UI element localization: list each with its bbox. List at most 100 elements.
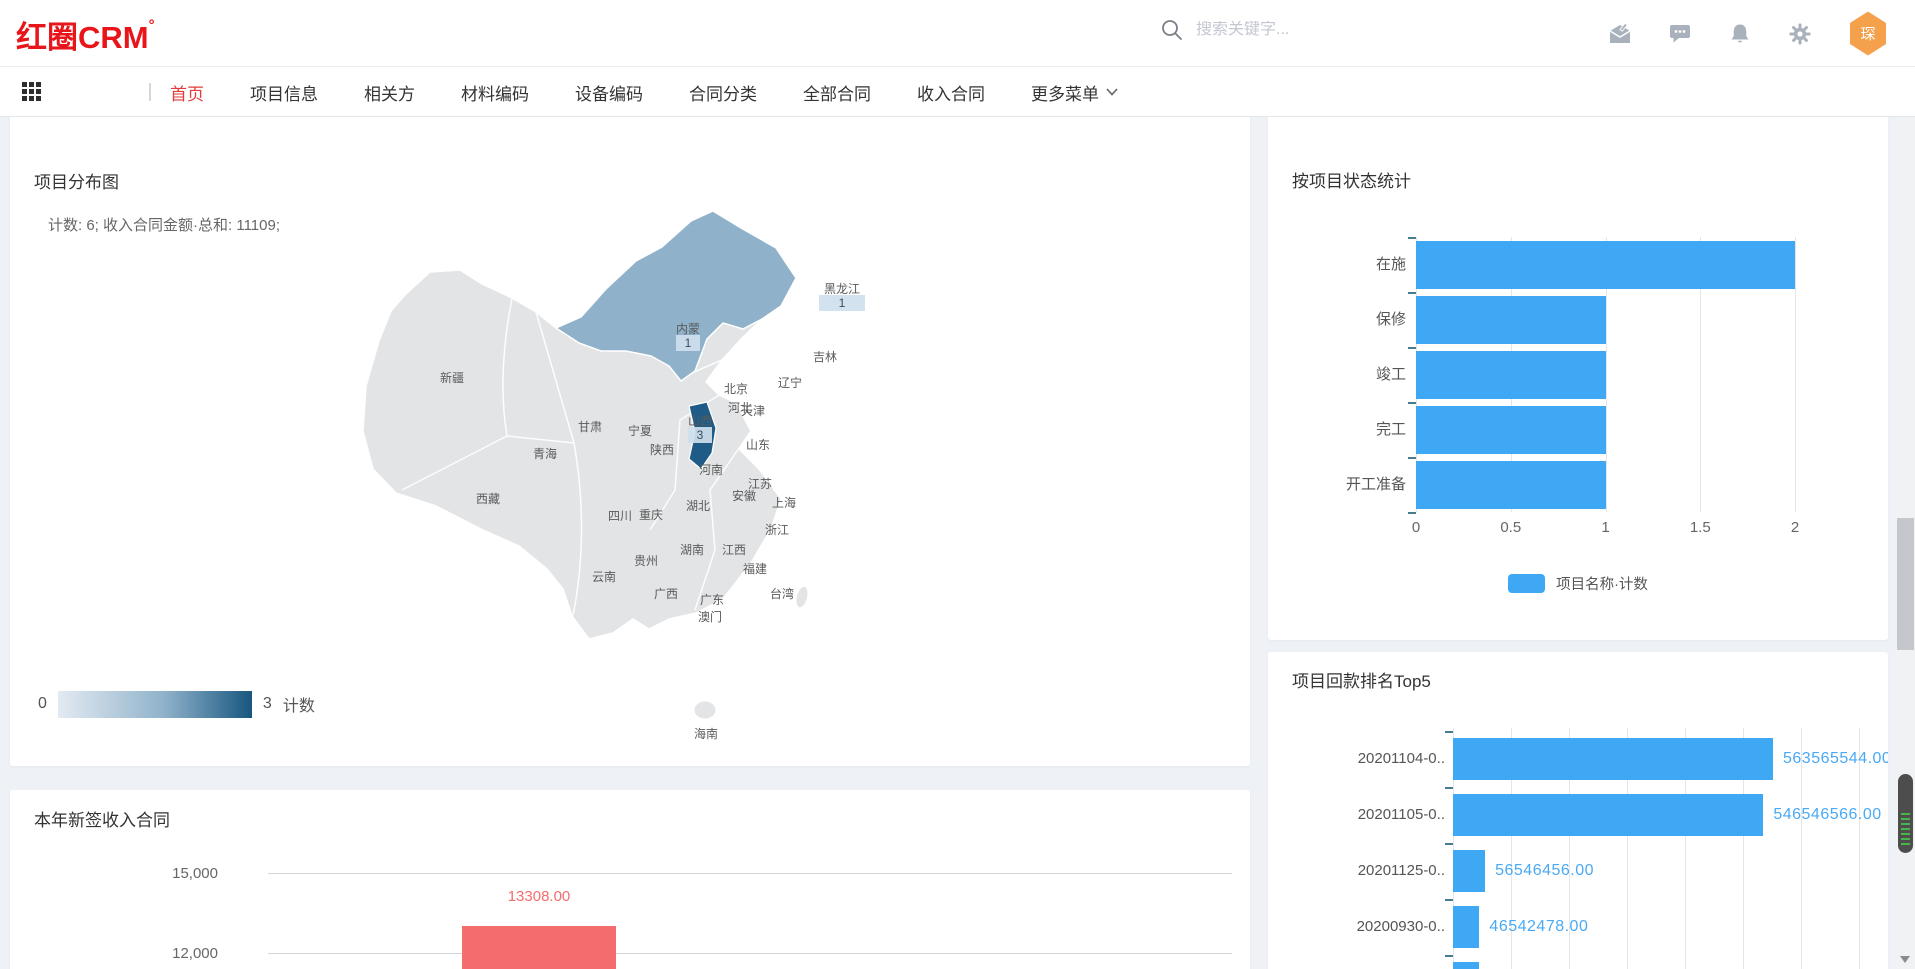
province-label: 陕西 xyxy=(650,442,674,457)
notification-bell-icon[interactable] xyxy=(1728,22,1752,46)
nav-item-5[interactable]: 设备编码 xyxy=(575,80,643,105)
province-label: 新疆 xyxy=(440,370,464,385)
province-label: 山西 xyxy=(688,414,712,428)
nav-item-4[interactable]: 材料编码 xyxy=(461,80,529,105)
search-icon[interactable] xyxy=(1160,18,1184,42)
payment-value-label: 563565544.00 xyxy=(1783,738,1888,780)
payment-bar-5[interactable] xyxy=(1453,962,1479,969)
y-tick-15000: 15,000 xyxy=(128,865,218,882)
axis-tick xyxy=(1408,512,1416,514)
province-label: 云南 xyxy=(592,569,616,584)
nav-divider xyxy=(149,83,151,101)
chat-icon[interactable] xyxy=(1668,22,1692,46)
payment-bar-3[interactable] xyxy=(1453,850,1485,892)
payment-ranking-card: 项目回款排名Top5 20201104-0..563565544.0020201… xyxy=(1268,652,1888,969)
brand-logo: 红圈CRM° xyxy=(16,12,155,57)
payment-row-label: 20201105-0.. xyxy=(1305,794,1445,836)
payment-value-label: 46542478.00 xyxy=(1489,906,1588,948)
gridline xyxy=(1795,237,1796,512)
new-contracts-card: 本年新签收入合同 15,000 12,000 13308.00 xyxy=(10,790,1250,969)
province-label: 海南 xyxy=(694,726,718,741)
province-label: 西藏 xyxy=(476,492,500,506)
user-avatar[interactable]: 琛 xyxy=(1848,12,1888,56)
settings-gear-icon[interactable] xyxy=(1788,22,1812,46)
legend-swatch[interactable] xyxy=(1508,574,1545,593)
axis-tick xyxy=(1445,955,1453,957)
province-label: 北京 xyxy=(724,382,748,396)
category-label: 在施 xyxy=(1276,241,1406,289)
payment-value-label: 546546566.00 xyxy=(1773,794,1881,836)
payment-row-label: 20200930-0.. xyxy=(1305,906,1445,948)
scrollbar-thumb[interactable] xyxy=(1897,518,1914,650)
y-tick-12000: 12,000 xyxy=(128,945,218,962)
category-label: 竣工 xyxy=(1276,351,1406,399)
province-label: 山东 xyxy=(746,438,770,452)
scroll-indicator-widget[interactable] xyxy=(1898,774,1913,853)
scroll-down-arrow[interactable] xyxy=(1900,956,1910,963)
gridline-15000 xyxy=(268,873,1232,874)
province-label: 安徽 xyxy=(732,488,756,503)
island-taiwan xyxy=(794,585,810,609)
payment-bar-4[interactable] xyxy=(1453,906,1479,948)
province-label: 湖北 xyxy=(686,498,710,513)
province-label: 甘肃 xyxy=(578,420,602,434)
province-label: 宁夏 xyxy=(628,423,652,438)
payment-row-label: 20201104-0.. xyxy=(1305,738,1445,780)
legend-min: 0 xyxy=(38,695,47,713)
category-label: 开工准备 xyxy=(1276,461,1406,509)
logo-degree-mark: ° xyxy=(149,17,155,34)
province-label: 黑龙江 xyxy=(824,282,860,296)
province-label: 福建 xyxy=(743,561,767,576)
axis-tick xyxy=(1408,457,1416,459)
mail-compose-icon[interactable] xyxy=(1608,22,1632,46)
legend-gradient[interactable] xyxy=(58,691,252,718)
global-search xyxy=(1160,18,1496,42)
province-label: 河南 xyxy=(699,462,723,477)
axis-tick xyxy=(1445,787,1453,789)
payment-value-label: 56546456.00 xyxy=(1495,850,1594,892)
legend-unit: 计数 xyxy=(283,692,315,716)
province-label: 天津 xyxy=(741,404,765,418)
china-map: 新疆西藏青海甘肃宁夏陕西1内蒙1黑龙江吉林辽宁北京河北天津3山西山东河南江苏安徽… xyxy=(350,190,990,766)
province-label: 广东 xyxy=(700,593,724,607)
nav-item-7[interactable]: 全部合同 xyxy=(803,80,871,105)
province-label: 四川 xyxy=(608,509,632,523)
vertical-scrollbar[interactable] xyxy=(1896,97,1915,969)
status-bar-竣工[interactable] xyxy=(1416,351,1606,399)
province-label: 澳门 xyxy=(698,609,722,624)
map-card-summary: 计数: 6; 收入合同金额·总和: 11109; xyxy=(48,214,280,235)
nav-item-2[interactable]: 项目信息 xyxy=(250,80,318,105)
apps-grid-icon[interactable] xyxy=(22,82,41,101)
axis-tick xyxy=(1408,292,1416,294)
status-bar-保修[interactable] xyxy=(1416,296,1606,344)
axis-tick xyxy=(1408,402,1416,404)
nav-item-3[interactable]: 相关方 xyxy=(364,80,415,105)
nav-item-1[interactable]: 首页 xyxy=(170,80,204,105)
payment-bar-2[interactable] xyxy=(1453,794,1763,836)
status-legend: 项目名称·计数 xyxy=(1268,573,1888,594)
axis-tick xyxy=(1408,237,1416,239)
nav-item-6[interactable]: 合同分类 xyxy=(689,80,757,105)
header-icons: 琛 xyxy=(1608,0,1888,67)
axis-tick xyxy=(1445,899,1453,901)
map-value-label: 3 xyxy=(697,428,704,442)
legend-max: 3 xyxy=(263,695,272,713)
search-input[interactable] xyxy=(1196,21,1496,39)
province-label: 内蒙 xyxy=(676,322,700,336)
nav-item-more-menu[interactable]: 更多菜单 xyxy=(1031,80,1118,105)
status-bar-开工准备[interactable] xyxy=(1416,461,1606,509)
nav-menu: 首页 项目信息 相关方 材料编码 设备编码 合同分类 全部合同 收入合同 更多菜单 xyxy=(170,67,1118,117)
status-bar-chart: 00.511.52在施保修竣工完工开工准备 xyxy=(1268,113,1888,640)
map-card-title: 项目分布图 xyxy=(34,168,119,193)
status-bar-完工[interactable] xyxy=(1416,406,1606,454)
legend-label: 项目名称·计数 xyxy=(1556,573,1648,594)
payment-bar-1[interactable] xyxy=(1453,738,1773,780)
nav-item-8[interactable]: 收入合同 xyxy=(917,80,985,105)
province-label: 浙江 xyxy=(765,523,789,537)
province-label: 青海 xyxy=(533,446,557,461)
map-value-legend: 0 3 计数 xyxy=(38,687,315,721)
scroll-indicator-stripes xyxy=(1901,813,1910,846)
contract-bar[interactable] xyxy=(462,926,616,969)
chevron-down-icon xyxy=(1106,88,1118,96)
status-bar-在施[interactable] xyxy=(1416,241,1795,289)
